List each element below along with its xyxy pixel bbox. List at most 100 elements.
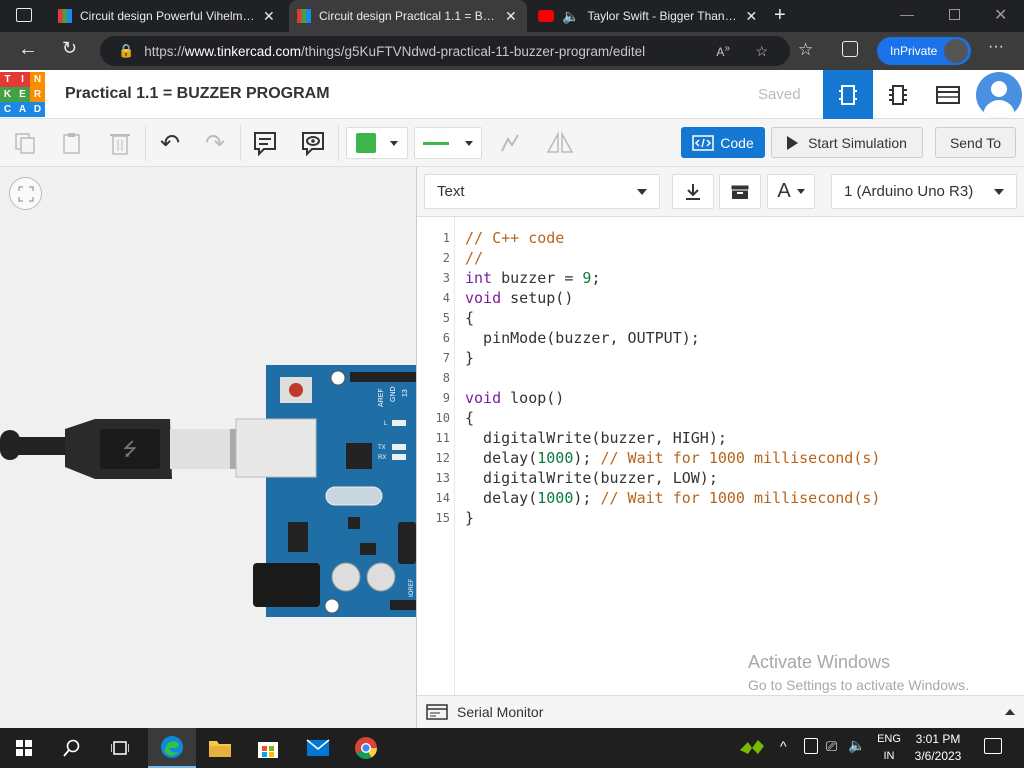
logo-letter: R (30, 87, 45, 102)
close-tab-icon[interactable]: ✕ (263, 8, 275, 25)
undo-icon: ↶ (159, 129, 181, 157)
tab-circuit-vihelmo[interactable]: Circuit design Powerful Vihelmo | ✕ (50, 0, 285, 32)
back-icon[interactable]: ← (18, 38, 38, 61)
code-button[interactable]: Code (681, 127, 765, 158)
notes-button[interactable] (250, 127, 280, 159)
minimize-icon[interactable]: — (900, 6, 914, 22)
url-domain: www.tinkercad.com (184, 43, 302, 59)
close-window-icon[interactable]: ✕ (994, 5, 1007, 25)
onedrive-tray-icon[interactable] (804, 738, 818, 754)
reset-button[interactable] (289, 383, 303, 397)
flip-button[interactable] (543, 127, 577, 159)
mosfet (360, 543, 376, 555)
nvidia-tray-icon[interactable] (738, 736, 766, 763)
code-line[interactable]: { (465, 309, 474, 327)
close-tab-icon[interactable]: ✕ (505, 8, 517, 25)
restore-icon[interactable] (949, 9, 960, 20)
board-select[interactable]: 1 (Arduino Uno R3) (831, 174, 1017, 209)
show-hidden-icons[interactable]: ^ (780, 738, 787, 754)
code-editor[interactable]: 1 2 3 4 5 6 7 8 9 10 11 12 13 14 15 // C++ code//int b… (417, 217, 1024, 695)
user-avatar[interactable] (976, 72, 1022, 118)
notification-icon[interactable] (984, 738, 1002, 754)
code-line[interactable]: // C++ code (465, 229, 564, 247)
code-line[interactable]: pinMode(buzzer, OUTPUT); (465, 329, 700, 347)
crystal (325, 486, 383, 506)
led-l (392, 420, 406, 426)
redo-icon: ↷ (204, 129, 226, 157)
start-simulation-button[interactable]: Start Simulation (771, 127, 923, 158)
store-button[interactable] (244, 728, 292, 768)
font-size-button[interactable]: A (767, 174, 815, 209)
serial-monitor-icon (426, 704, 448, 720)
chrome-button[interactable] (342, 728, 390, 768)
send-to-button[interactable]: Send To (935, 127, 1016, 158)
edge-taskbar-button[interactable] (148, 728, 196, 768)
inprivate-label: InPrivate (890, 44, 938, 58)
code-line[interactable]: delay(1000); // Wait for 1000 millisecon… (465, 449, 880, 467)
copy-button[interactable] (10, 127, 40, 159)
color-picker[interactable] (346, 127, 408, 159)
search-button[interactable] (48, 728, 96, 768)
url-field[interactable]: 🔒 https://www.tinkercad.com/things/g5KuF… (100, 36, 790, 66)
wire-type-picker[interactable] (414, 127, 482, 159)
favorites-icon[interactable]: ☆ (798, 40, 813, 60)
code-line[interactable]: } (465, 509, 474, 527)
toolbar-divider (338, 125, 339, 161)
task-view-button[interactable] (96, 728, 144, 768)
delete-button[interactable] (105, 127, 135, 159)
lock-icon[interactable]: 🔒 (118, 43, 134, 59)
start-button[interactable] (0, 728, 48, 768)
code-line[interactable]: void setup() (465, 289, 573, 307)
activate-windows-subtitle: Go to Settings to activate Windows. (748, 677, 969, 693)
tab-taylor-swift[interactable]: 🔈 Taylor Swift - Bigger Than Th ✕ (530, 0, 770, 32)
component-list-button[interactable] (923, 70, 973, 119)
serial-monitor-label: Serial Monitor (457, 704, 544, 720)
language-indicator[interactable]: ENG IN (872, 731, 906, 765)
line-number: 10 (435, 411, 450, 425)
circuit-view-button[interactable] (823, 70, 873, 119)
toolbar-divider (145, 125, 146, 161)
code-line[interactable]: } (465, 349, 474, 367)
code-line[interactable]: digitalWrite(buzzer, HIGH); (465, 429, 727, 447)
tab-circuit-practical[interactable]: Circuit design Practical 1.1 = BUZ ✕ (289, 0, 527, 32)
system-clock[interactable]: 3:01 PM 3/6/2023 (908, 731, 968, 765)
tinkercad-logo[interactable]: T I N K E R C A D (0, 72, 45, 117)
close-tab-icon[interactable]: ✕ (745, 8, 757, 25)
toggle-notes-button[interactable] (298, 127, 328, 159)
network-icon[interactable]: ⎚ (826, 738, 837, 755)
paste-button[interactable] (57, 127, 87, 159)
more-options-icon[interactable]: ··· (988, 38, 1004, 56)
new-tab-icon[interactable]: + (774, 4, 786, 27)
schematic-view-button[interactable] (873, 70, 923, 119)
read-aloud-icon[interactable]: A» (716, 43, 730, 59)
code-mode-select[interactable]: Text (424, 174, 660, 209)
code-line[interactable]: void loop() (465, 389, 564, 407)
download-code-button[interactable] (672, 174, 714, 209)
arduino-board-drawing[interactable]: ⭍ AREF GND 13 L TX RX IOREF (0, 167, 416, 728)
undo-button[interactable]: ↶ (155, 127, 185, 159)
code-line[interactable]: { (465, 409, 474, 427)
circuit-canvas[interactable]: ⭍ AREF GND 13 L TX RX IOREF (0, 167, 416, 728)
chevron-up-icon[interactable] (1005, 709, 1015, 715)
code-line[interactable]: // (465, 249, 483, 267)
serial-monitor-bar[interactable]: Serial Monitor (417, 695, 1024, 728)
volume-icon[interactable]: 🔈 (848, 737, 865, 754)
code-line[interactable]: int buzzer = 9; (465, 269, 600, 287)
code-line[interactable]: delay(1000); // Wait for 1000 millisecon… (465, 489, 880, 507)
refresh-icon[interactable]: ↻ (62, 38, 77, 59)
wire-line-icon (423, 141, 449, 145)
inprivate-button[interactable]: InPrivate (877, 37, 971, 65)
code-line[interactable]: digitalWrite(buzzer, LOW); (465, 469, 718, 487)
design-title[interactable]: Practical 1.1 = BUZZER PROGRAM (65, 85, 330, 103)
add-favorite-icon[interactable]: ☆ (755, 43, 768, 60)
flip-icon (546, 131, 574, 153)
rotate-button[interactable] (495, 127, 525, 159)
mail-button[interactable] (294, 728, 342, 768)
tab-actions-icon[interactable] (16, 8, 32, 22)
speaker-icon[interactable]: 🔈 (562, 8, 579, 25)
redo-button[interactable]: ↷ (200, 127, 230, 159)
collections-icon[interactable] (842, 41, 858, 57)
file-explorer-button[interactable] (196, 728, 244, 768)
logo-letter: T (0, 72, 15, 87)
libraries-button[interactable] (719, 174, 761, 209)
